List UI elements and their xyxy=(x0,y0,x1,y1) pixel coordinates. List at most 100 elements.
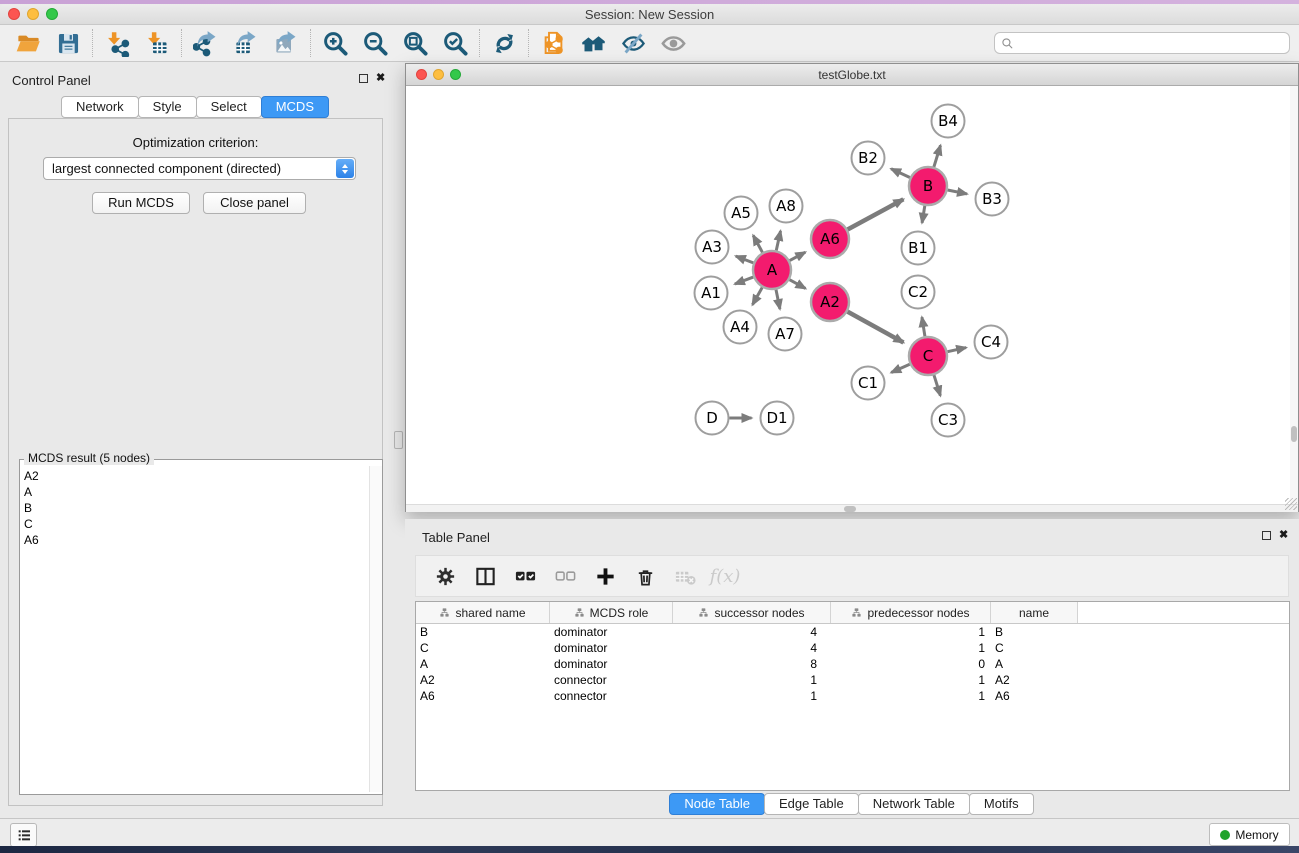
graph-node-A7[interactable]: A7 xyxy=(769,318,802,351)
graph-node-C3[interactable]: C3 xyxy=(932,404,965,437)
graph-node-B1[interactable]: B1 xyxy=(902,232,935,265)
network-hscroll-thumb[interactable] xyxy=(844,506,856,512)
column-header-predecessor-nodes[interactable]: predecessor nodes xyxy=(831,602,991,623)
table-cell: 1 xyxy=(831,624,991,640)
graph-node-A3[interactable]: A3 xyxy=(696,231,729,264)
graph-node-C4[interactable]: C4 xyxy=(975,326,1008,359)
result-item[interactable]: B xyxy=(24,500,369,516)
search-input[interactable] xyxy=(1014,34,1289,52)
table-row[interactable]: Bdominator41B xyxy=(416,624,1289,640)
save-session-button[interactable] xyxy=(48,27,88,59)
network-vscroll-thumb[interactable] xyxy=(1291,426,1297,442)
float-panel-icon[interactable] xyxy=(359,74,368,83)
result-item[interactable]: A2 xyxy=(24,468,369,484)
task-history-button[interactable] xyxy=(10,823,37,847)
graph-node-D1[interactable]: D1 xyxy=(761,402,794,435)
export-network-button[interactable] xyxy=(186,27,226,59)
graph-node-A4[interactable]: A4 xyxy=(724,311,757,344)
delete-table-button[interactable] xyxy=(668,559,702,593)
table-row[interactable]: Adominator80A xyxy=(416,656,1289,672)
graph-node-B3[interactable]: B3 xyxy=(976,183,1009,216)
tab-style[interactable]: Style xyxy=(138,96,197,118)
graph-node-C2[interactable]: C2 xyxy=(902,276,935,309)
graph-node-D[interactable]: D xyxy=(696,402,729,435)
table-close-panel-icon[interactable]: ✖ xyxy=(1279,528,1288,541)
zoom-out-button[interactable] xyxy=(355,27,395,59)
split-divider-handle[interactable] xyxy=(394,431,403,449)
show-all-button[interactable] xyxy=(653,27,693,59)
network-horizontal-scrollbar[interactable] xyxy=(406,504,1298,512)
table-options-button[interactable] xyxy=(428,559,462,593)
result-item[interactable]: A6 xyxy=(24,532,369,548)
export-table-button[interactable] xyxy=(226,27,266,59)
zoom-selected-button[interactable] xyxy=(435,27,475,59)
tab-select[interactable]: Select xyxy=(196,96,262,118)
result-scrollbar[interactable] xyxy=(369,466,382,792)
close-panel-button[interactable]: Close panel xyxy=(203,192,306,214)
network-window-title-bar[interactable]: testGlobe.txt xyxy=(406,64,1298,86)
tab-network[interactable]: Network xyxy=(61,96,139,118)
column-header-shared-name[interactable]: shared name xyxy=(416,602,550,623)
graph-node-A6[interactable]: A6 xyxy=(811,220,849,258)
function-builder-button[interactable]: f(x) xyxy=(708,559,742,593)
svg-text:A2: A2 xyxy=(820,293,840,311)
svg-text:B2: B2 xyxy=(858,149,878,167)
first-neighbors-button[interactable] xyxy=(573,27,613,59)
table-header-row[interactable]: shared nameMCDS rolesuccessor nodesprede… xyxy=(416,602,1289,624)
graph-edge-B-B4 xyxy=(934,145,941,167)
column-header-successor-nodes[interactable]: successor nodes xyxy=(673,602,831,623)
table-body: Bdominator41BCdominator41CAdominator80AA… xyxy=(416,624,1289,704)
table-row[interactable]: A6connector11A6 xyxy=(416,688,1289,704)
window-resize-grip[interactable] xyxy=(1285,498,1297,510)
graph-node-A1[interactable]: A1 xyxy=(695,277,728,310)
zoom-fit-button[interactable] xyxy=(395,27,435,59)
table-row[interactable]: A2connector11A2 xyxy=(416,672,1289,688)
add-column-button[interactable] xyxy=(588,559,622,593)
tab-network-table[interactable]: Network Table xyxy=(858,793,970,815)
open-file-button[interactable] xyxy=(8,27,48,59)
graph-node-A[interactable]: A xyxy=(753,251,791,289)
svg-text:C4: C4 xyxy=(981,333,1001,351)
table-row[interactable]: Cdominator41C xyxy=(416,640,1289,656)
hide-selected-button[interactable] xyxy=(613,27,653,59)
column-header-MCDS-role[interactable]: MCDS role xyxy=(550,602,673,623)
network-graph-canvas[interactable]: A A1 A2 A3 A4 A5 A6 A7 A8 B B1 B2 B3 B4 C C1 C2 C3 C4 D D1 xyxy=(406,86,1298,504)
select-all-button[interactable] xyxy=(508,559,542,593)
show-columns-button[interactable] xyxy=(468,559,502,593)
import-network-button[interactable] xyxy=(97,27,137,59)
network-view-window: testGlobe.txt A A1 A2 A3 A4 A5 A6 A7 A8 B B1 B2 B3 B4… xyxy=(405,63,1299,512)
table-cell: 8 xyxy=(673,656,831,672)
graph-node-B4[interactable]: B4 xyxy=(932,105,965,138)
zoom-in-button[interactable] xyxy=(315,27,355,59)
table-float-panel-icon[interactable] xyxy=(1262,531,1271,540)
deselect-all-button[interactable] xyxy=(548,559,582,593)
close-panel-icon[interactable]: ✖ xyxy=(376,71,385,84)
result-item[interactable]: C xyxy=(24,516,369,532)
app-title-bar[interactable]: Session: New Session xyxy=(0,4,1299,25)
graph-node-B[interactable]: B xyxy=(909,167,947,205)
graph-node-A8[interactable]: A8 xyxy=(770,190,803,223)
graph-node-B2[interactable]: B2 xyxy=(852,142,885,175)
graph-node-C1[interactable]: C1 xyxy=(852,367,885,400)
new-network-from-selection-button[interactable] xyxy=(533,27,573,59)
apply-layout-button[interactable] xyxy=(484,27,524,59)
run-mcds-button[interactable]: Run MCDS xyxy=(92,192,190,214)
optimization-criterion-select[interactable]: largest connected component (directed) xyxy=(43,157,356,180)
memory-button[interactable]: Memory xyxy=(1209,823,1290,846)
search-box[interactable] xyxy=(994,32,1290,54)
delete-column-button[interactable] xyxy=(628,559,662,593)
tab-node-table[interactable]: Node Table xyxy=(669,793,765,815)
graph-node-A5[interactable]: A5 xyxy=(725,197,758,230)
graph-node-A2[interactable]: A2 xyxy=(811,283,849,321)
mcds-result-list[interactable]: A2ABCA6 xyxy=(20,465,369,793)
tab-motifs[interactable]: Motifs xyxy=(969,793,1034,815)
import-table-button[interactable] xyxy=(137,27,177,59)
tab-edge-table[interactable]: Edge Table xyxy=(764,793,859,815)
network-vertical-scrollbar[interactable] xyxy=(1290,86,1298,504)
column-header-name[interactable]: name xyxy=(991,602,1078,623)
result-item[interactable]: A xyxy=(24,484,369,500)
tab-mcds[interactable]: MCDS xyxy=(261,96,329,118)
graph-node-C[interactable]: C xyxy=(909,337,947,375)
export-image-button[interactable] xyxy=(266,27,306,59)
select-stepper-icon[interactable] xyxy=(336,159,354,178)
